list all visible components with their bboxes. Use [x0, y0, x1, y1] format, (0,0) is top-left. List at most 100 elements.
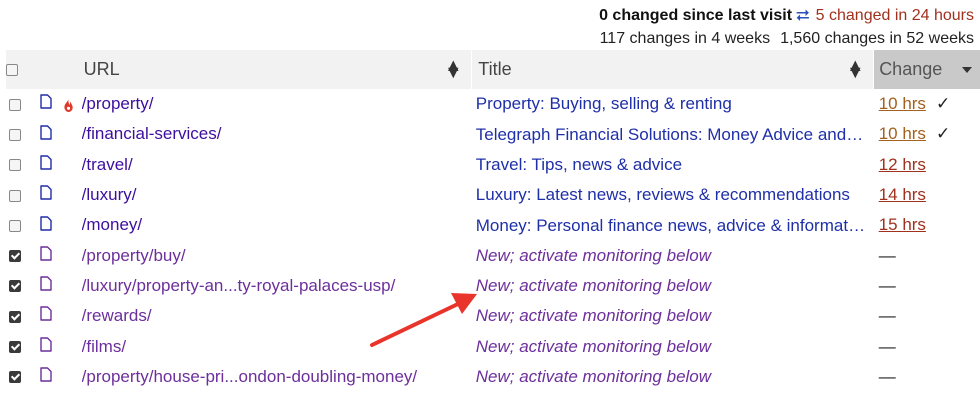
row-icons [34, 150, 82, 180]
select-all-cell [6, 50, 34, 89]
url-link[interactable]: /property/buy/ [82, 246, 186, 265]
table-row: /money/Money: Personal finance news, adv… [6, 210, 980, 240]
row-checkbox[interactable] [9, 98, 21, 111]
title-link[interactable]: Travel: Tips, news & advice [476, 155, 682, 175]
change-cell: 14 hrs [874, 180, 980, 210]
table-row: /financial-services/Telegraph Financial … [6, 119, 980, 149]
new-status-text: New; activate monitoring below [475, 336, 712, 356]
file-icon [40, 276, 52, 296]
row-icons [34, 301, 82, 331]
no-change-dash: — [878, 306, 896, 326]
row-checkbox[interactable] [9, 371, 21, 384]
new-status-text: New; activate monitoring below [475, 245, 712, 265]
url-column-header[interactable]: URL ▲ ▼ [81, 50, 473, 89]
sort-icon[interactable]: ▲ ▼ [444, 56, 462, 81]
change-time-link[interactable]: 10 hrs [879, 94, 926, 113]
file-icon [40, 367, 52, 387]
url-link[interactable]: /financial-services/ [82, 124, 222, 143]
change-time-link[interactable]: 10 hrs [879, 124, 926, 143]
new-status-text: New; activate monitoring below [475, 275, 712, 295]
table-row: /rewards/New; activate monitoring below — [6, 301, 980, 331]
url-link[interactable]: /films/ [82, 337, 126, 356]
row-checkbox[interactable] [9, 250, 21, 263]
change-time-link[interactable]: 15 hrs [879, 215, 926, 234]
no-change-dash: — [878, 336, 896, 356]
new-status-text: New; activate monitoring below [475, 366, 712, 386]
sort-desc-icon[interactable] [962, 67, 972, 73]
row-checkbox[interactable] [9, 128, 21, 141]
url-cell: /property/ [82, 89, 472, 119]
url-cell: /money/ [82, 210, 472, 240]
url-link[interactable]: /travel/ [82, 155, 133, 174]
changes-4w-text: 117 changes in 4 weeks [599, 30, 771, 47]
title-cell: New; activate monitoring below [472, 362, 874, 392]
file-icon [40, 185, 52, 205]
table-row: /property/house-pri...ondon-doubling-mon… [6, 362, 980, 392]
title-header-label: Title [478, 59, 512, 79]
table-row: /luxury/Luxury: Latest news, reviews & r… [6, 180, 980, 210]
new-status-text: New; activate monitoring below [475, 306, 712, 326]
title-cell: Travel: Tips, news & advice [472, 150, 874, 180]
url-cell: /property/house-pri...ondon-doubling-mon… [82, 362, 472, 392]
change-time-link[interactable]: 14 hrs [879, 185, 926, 204]
url-cell: /financial-services/ [82, 119, 472, 149]
row-checkbox-cell [6, 240, 34, 270]
row-checkbox[interactable] [9, 219, 21, 232]
change-time-link[interactable]: 12 hrs [879, 155, 926, 174]
no-change-dash: — [878, 366, 896, 386]
url-link[interactable]: /rewards/ [82, 306, 152, 325]
table-row: /property/Property: Buying, selling & re… [6, 89, 980, 119]
title-cell: Luxury: Latest news, reviews & recommend… [472, 180, 874, 210]
url-link[interactable]: /luxury/property-an...ty-royal-palaces-u… [82, 276, 396, 295]
title-column-header[interactable]: Title ▲ ▼ [471, 50, 875, 89]
select-all-checkbox[interactable] [6, 64, 18, 77]
url-link[interactable]: /luxury/ [82, 185, 137, 204]
row-checkbox[interactable] [9, 159, 21, 172]
file-icon [40, 125, 52, 145]
file-icon [40, 246, 52, 266]
url-link[interactable]: /money/ [82, 215, 142, 234]
url-cell: /luxury/ [82, 180, 472, 210]
url-cell: /films/ [82, 331, 472, 361]
row-checkbox[interactable] [9, 280, 21, 293]
row-icons [34, 89, 82, 119]
url-cell: /property/buy/ [82, 240, 472, 270]
sort-icon[interactable]: ▲ ▼ [846, 56, 864, 81]
row-checkbox[interactable] [9, 310, 21, 323]
row-checkbox[interactable] [9, 341, 21, 354]
row-checkbox-cell [6, 362, 34, 392]
title-link[interactable]: Luxury: Latest news, reviews & recommend… [476, 185, 850, 205]
change-cell: — [874, 271, 980, 301]
row-icons [34, 240, 82, 270]
title-cell: Property: Buying, selling & renting [472, 89, 874, 119]
row-checkbox[interactable] [9, 189, 21, 202]
change-column-header[interactable]: Change [873, 50, 980, 89]
change-cell: — [874, 331, 980, 361]
row-icons [34, 119, 82, 149]
url-link[interactable]: /property/ [82, 94, 154, 113]
row-icons [34, 180, 82, 210]
no-change-dash: — [878, 245, 896, 265]
title-cell: New; activate monitoring below [472, 240, 874, 270]
url-link[interactable]: /property/house-pri...ondon-doubling-mon… [82, 367, 417, 386]
url-cell: /rewards/ [82, 301, 472, 331]
title-cell: Money: Personal finance news, advice & i… [472, 210, 874, 240]
title-cell: New; activate monitoring below [472, 271, 874, 301]
row-checkbox-cell [6, 331, 34, 361]
since-last-visit-text: 0 changed since last visit [599, 7, 793, 24]
title-cell: New; activate monitoring below [472, 331, 874, 361]
title-link[interactable]: Property: Buying, selling & renting [476, 94, 732, 114]
row-icons [34, 362, 82, 392]
change-cell: 10 hrs ✓ [874, 89, 980, 119]
flame-icon [62, 97, 75, 118]
title-link[interactable]: Telegraph Financial Solutions: Money Adv… [476, 125, 866, 145]
table-row: /travel/Travel: Tips, news & advice 12 hr… [6, 150, 980, 180]
title-link[interactable]: Money: Personal finance news, advice & i… [476, 216, 866, 236]
url-cell: /travel/ [82, 150, 472, 180]
row-icons [34, 210, 82, 240]
changes-52w-text: 1,560 changes in 52 weeks [780, 30, 974, 47]
file-icon [40, 94, 52, 114]
sync-icon[interactable]: ⮂ [796, 4, 810, 27]
row-icons [34, 271, 82, 301]
change-cell: — [874, 362, 980, 392]
